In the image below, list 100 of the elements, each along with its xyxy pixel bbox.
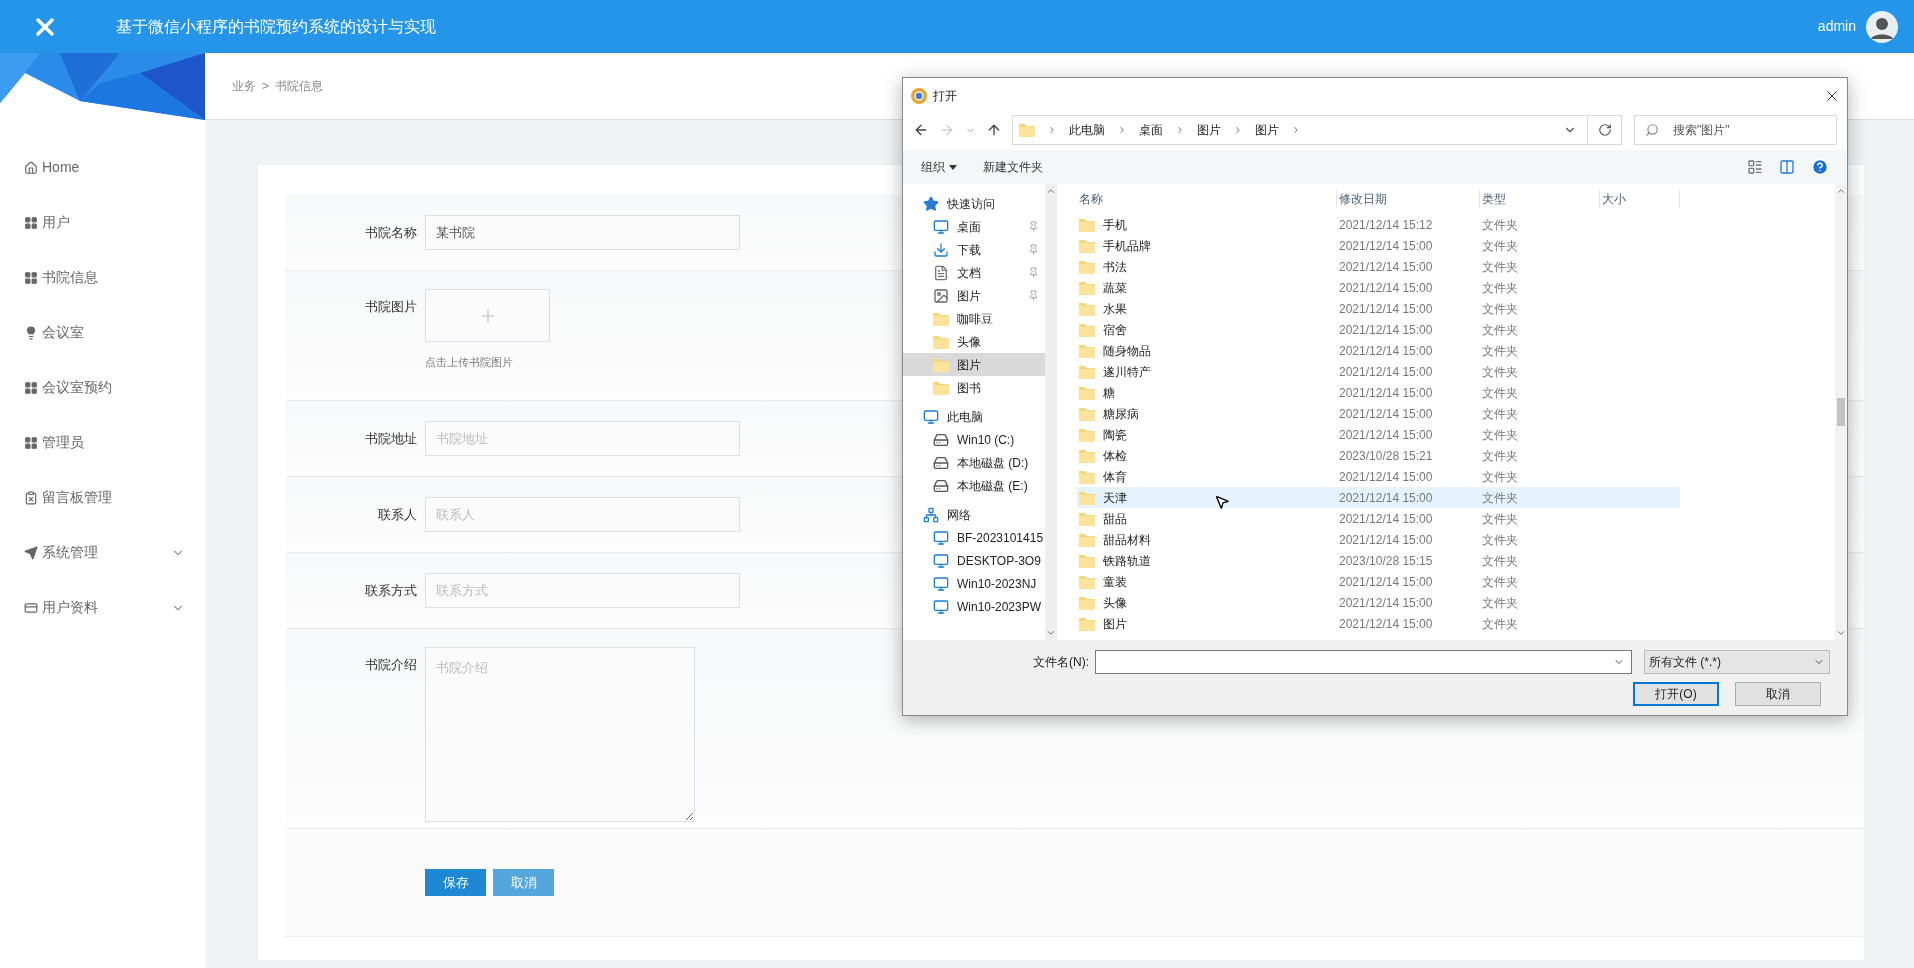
- refresh-icon[interactable]: [1597, 123, 1612, 137]
- nav-item[interactable]: 网络: [903, 503, 1045, 526]
- file-row[interactable]: 童装 2021/12/14 15:00 文件夹: [1077, 571, 1680, 592]
- folder-icon: [1079, 385, 1095, 400]
- sidebar-item[interactable]: 会议室: [0, 305, 205, 360]
- nav-item[interactable]: BF-2023101415: [903, 526, 1045, 549]
- file-row[interactable]: 糖 2021/12/14 15:00 文件夹: [1077, 382, 1680, 403]
- drive-icon: [933, 477, 949, 494]
- toolbar-button[interactable]: 组织: [921, 158, 957, 176]
- sidebar-item[interactable]: 管理员: [0, 415, 205, 470]
- path-segment[interactable]: 桌面: [1139, 121, 1163, 139]
- view-icon[interactable]: [1747, 159, 1763, 175]
- help-icon[interactable]: [1811, 158, 1829, 176]
- file-row[interactable]: 体育 2021/12/14 15:00 文件夹: [1077, 466, 1680, 487]
- file-row[interactable]: 体检 2023/10/28 15:21 文件夹: [1077, 445, 1680, 466]
- file-type-select[interactable]: 所有文件 (*.*): [1644, 650, 1830, 674]
- sidebar-item[interactable]: Home: [0, 140, 205, 195]
- column-header[interactable]: 名称: [1077, 190, 1337, 208]
- file-row[interactable]: 天津 2021/12/14 15:00 文件夹: [1077, 487, 1680, 508]
- sidebar-item[interactable]: 系统管理: [0, 525, 205, 580]
- nav-item[interactable]: 图书: [903, 376, 1045, 399]
- app-logo-icon: [911, 88, 927, 104]
- cancel-button[interactable]: 取消: [1735, 682, 1821, 706]
- column-header[interactable]: 类型: [1480, 190, 1600, 208]
- folder-icon: [1079, 301, 1095, 316]
- folder-icon: [1079, 595, 1095, 610]
- open-button[interactable]: 打开(O): [1633, 682, 1719, 706]
- nav-item[interactable]: 桌面: [903, 215, 1045, 238]
- scroll-up-icon[interactable]: [1046, 186, 1056, 196]
- toolbar-button[interactable]: 新建文件夹: [983, 158, 1043, 176]
- user-name: admin: [1817, 17, 1856, 36]
- file-row[interactable]: 头像 2021/12/14 15:00 文件夹: [1077, 592, 1680, 613]
- nav-item[interactable]: Win10-2023NJ: [903, 572, 1045, 595]
- file-name: 手机: [1103, 216, 1127, 234]
- nav-item[interactable]: 本地磁盘 (D:): [903, 451, 1045, 474]
- avatar-icon[interactable]: [1866, 10, 1898, 43]
- file-row[interactable]: 手机品牌 2021/12/14 15:00 文件夹: [1077, 235, 1680, 256]
- search-field[interactable]: 搜索"图片": [1634, 115, 1837, 145]
- nav-item[interactable]: 快速访问: [903, 192, 1045, 215]
- nav-item[interactable]: DESKTOP-3O9: [903, 549, 1045, 572]
- file-date: 2021/12/14 15:12: [1338, 216, 1434, 234]
- sidebar-item[interactable]: 用户: [0, 195, 205, 250]
- text-field[interactable]: 书院地址: [425, 421, 740, 456]
- up-icon[interactable]: [986, 122, 1002, 138]
- column-header[interactable]: 大小: [1600, 190, 1680, 208]
- sidebar-item[interactable]: 留言板管理: [0, 470, 205, 525]
- scroll-down-icon[interactable]: [1836, 628, 1846, 638]
- nav-item[interactable]: 本地磁盘 (E:): [903, 474, 1045, 497]
- scrollbar[interactable]: [1045, 184, 1057, 640]
- scroll-up-icon[interactable]: [1836, 186, 1846, 196]
- path-segment[interactable]: 图片: [1255, 121, 1279, 139]
- file-row[interactable]: 水果 2021/12/14 15:00 文件夹: [1077, 298, 1680, 319]
- scrollbar[interactable]: [1835, 184, 1847, 640]
- save-button[interactable]: 保存: [425, 869, 486, 896]
- back-icon[interactable]: [913, 122, 929, 138]
- file-row[interactable]: 糖尿病 2021/12/14 15:00 文件夹: [1077, 403, 1680, 424]
- file-row[interactable]: 甜品材料 2021/12/14 15:00 文件夹: [1077, 529, 1680, 550]
- file-row[interactable]: 铁路轨道 2023/10/28 15:15 文件夹: [1077, 550, 1680, 571]
- nav-item[interactable]: 此电脑: [903, 405, 1045, 428]
- nav-item[interactable]: 图片: [903, 284, 1045, 307]
- nav-item[interactable]: Win10-2023PW: [903, 595, 1045, 618]
- folder-icon: [1079, 511, 1095, 526]
- text-field[interactable]: 某书院: [425, 215, 740, 250]
- file-date: 2023/10/28 15:15: [1338, 552, 1434, 570]
- scroll-thumb[interactable]: [1837, 398, 1845, 426]
- sidebar-item[interactable]: 会议室预约: [0, 360, 205, 415]
- nav-item[interactable]: Win10 (C:): [903, 428, 1045, 451]
- preview-pane-icon[interactable]: [1779, 159, 1795, 175]
- file-row[interactable]: 宿舍 2021/12/14 15:00 文件夹: [1077, 319, 1680, 340]
- breadcrumb-item[interactable]: 书院信息: [275, 77, 323, 95]
- path-segment[interactable]: 此电脑: [1069, 121, 1105, 139]
- file-row[interactable]: 图片 2021/12/14 15:00 文件夹: [1077, 613, 1680, 634]
- nav-item[interactable]: 图片: [903, 353, 1045, 376]
- nav-item[interactable]: 咖啡豆: [903, 307, 1045, 330]
- nav-item[interactable]: 文档: [903, 261, 1045, 284]
- file-row[interactable]: 随身物品 2021/12/14 15:00 文件夹: [1077, 340, 1680, 361]
- field-label: 书院介绍: [364, 656, 418, 674]
- file-row[interactable]: 甜品 2021/12/14 15:00 文件夹: [1077, 508, 1680, 529]
- text-field[interactable]: 联系人: [425, 497, 740, 532]
- download-icon: [933, 241, 949, 258]
- file-name: 糖尿病: [1103, 405, 1139, 423]
- grid-icon: [24, 270, 38, 285]
- file-row[interactable]: 陶瓷 2021/12/14 15:00 文件夹: [1077, 424, 1680, 445]
- file-row[interactable]: 手机 2021/12/14 15:12 文件夹: [1077, 214, 1680, 235]
- sidebar-item[interactable]: 用户资料: [0, 580, 205, 635]
- sidebar-item[interactable]: 书院信息: [0, 250, 205, 305]
- nav-item[interactable]: 下载: [903, 238, 1045, 261]
- address-bar[interactable]: 此电脑 桌面 图片 图片: [1012, 115, 1622, 145]
- textarea-field[interactable]: 书院介绍: [425, 647, 695, 822]
- file-row[interactable]: 遂川特产 2021/12/14 15:00 文件夹: [1077, 361, 1680, 382]
- file-row[interactable]: 蔬菜 2021/12/14 15:00 文件夹: [1077, 277, 1680, 298]
- column-header[interactable]: 修改日期: [1337, 190, 1480, 208]
- filename-field[interactable]: [1095, 650, 1632, 674]
- text-field[interactable]: 联系方式: [425, 573, 740, 608]
- breadcrumb-item[interactable]: 业务: [232, 77, 256, 95]
- folder-icon: [1079, 343, 1095, 358]
- path-segment[interactable]: 图片: [1197, 121, 1221, 139]
- nav-item[interactable]: 头像: [903, 330, 1045, 353]
- scroll-down-icon[interactable]: [1046, 628, 1056, 638]
- file-row[interactable]: 书法 2021/12/14 15:00 文件夹: [1077, 256, 1680, 277]
